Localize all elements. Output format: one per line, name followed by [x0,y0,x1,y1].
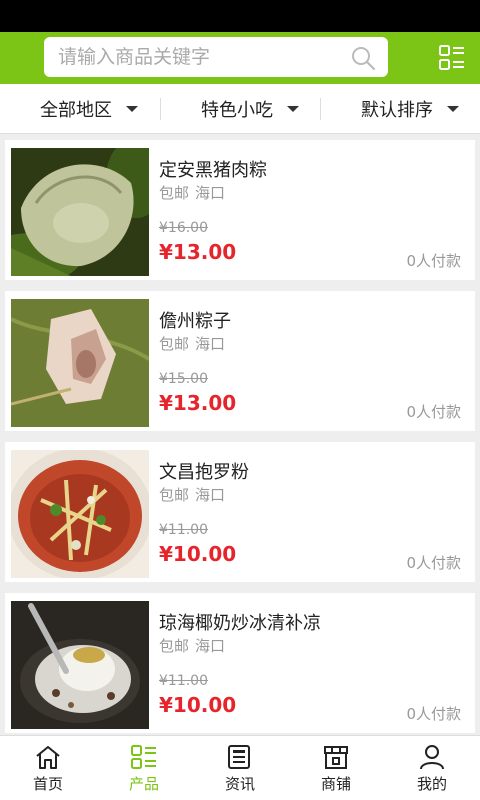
tab-me[interactable]: 我的 [384,736,480,800]
product-name: 文昌抱罗粉 [159,462,249,483]
location-label: 海口 [195,637,226,655]
sort-filter[interactable]: 默认排序 [361,84,459,134]
product-name: 儋州粽子 [159,311,231,332]
shipping-label: 包邮 [159,637,190,655]
products-icon [131,745,156,769]
current-price: ¥10.00 [159,693,237,717]
original-price: ¥11.00 [159,673,208,689]
product-card[interactable]: 文昌抱罗粉 包邮 海口 ¥11.00 ¥10.00 0人付款 [5,442,475,582]
paid-count: 0人付款 [406,252,461,270]
tab-home-label: 首页 [32,775,63,793]
tab-me-label: 我的 [416,775,447,793]
product-image[interactable] [11,148,149,276]
product-image[interactable] [11,299,149,427]
shipping-label: 包邮 [159,184,190,202]
divider [320,98,321,120]
product-meta: 包邮 海口 [159,333,225,354]
original-price: ¥15.00 [159,371,208,387]
app-header [0,32,480,84]
paid-count: 0人付款 [406,705,461,723]
search-box[interactable] [44,37,388,77]
chevron-down-icon [447,106,459,112]
paid-count: 0人付款 [406,403,461,421]
product-meta: 包邮 海口 [159,484,225,505]
product-meta: 包邮 海口 [159,635,225,656]
tab-store[interactable]: 商铺 [288,736,384,800]
search-icon[interactable] [350,45,376,71]
product-card[interactable]: 儋州粽子 包邮 海口 ¥15.00 ¥13.00 0人付款 [5,291,475,431]
tab-products-label: 产品 [128,775,159,793]
product-meta: 包邮 海口 [159,182,225,203]
original-price: ¥16.00 [159,220,208,236]
news-icon [228,745,250,769]
current-price: ¥13.00 [159,391,237,415]
user-icon [420,745,444,770]
chevron-down-icon [126,106,138,112]
original-price: ¥11.00 [159,522,208,538]
bottom-tab-bar: 首页 产品 资讯 商铺 我的 [0,735,480,800]
product-card[interactable]: 琼海椰奶炒冰清补凉 包邮 海口 ¥11.00 ¥10.00 0人付款 [5,593,475,733]
category-filter-label: 特色小吃 [201,100,273,121]
tab-home[interactable]: 首页 [0,736,96,800]
tab-news-label: 资讯 [224,775,255,793]
current-price: ¥13.00 [159,240,237,264]
divider [160,98,161,120]
region-filter[interactable]: 全部地区 [40,84,138,134]
tab-news[interactable]: 资讯 [192,736,288,800]
search-input[interactable] [58,37,328,77]
product-image[interactable] [11,450,149,578]
home-icon [36,746,60,769]
location-label: 海口 [195,335,226,353]
location-label: 海口 [195,184,226,202]
sort-filter-label: 默认排序 [361,100,433,121]
category-filter[interactable]: 特色小吃 [201,84,299,134]
filter-bar: 全部地区 特色小吃 默认排序 [0,84,480,134]
region-filter-label: 全部地区 [40,100,112,121]
product-list: 定安黑猪肉粽 包邮 海口 ¥16.00 ¥13.00 0人付款 儋州粽子 包邮 海口… [0,134,480,735]
tab-products[interactable]: 产品 [96,736,192,800]
product-image[interactable] [11,601,149,729]
shipping-label: 包邮 [159,335,190,353]
tab-store-label: 商铺 [320,775,351,793]
current-price: ¥10.00 [159,542,237,566]
paid-count: 0人付款 [406,554,461,572]
product-name: 定安黑猪肉粽 [159,160,267,181]
shipping-label: 包邮 [159,486,190,504]
category-menu-icon[interactable] [438,44,466,72]
product-card[interactable]: 定安黑猪肉粽 包邮 海口 ¥16.00 ¥13.00 0人付款 [5,140,475,280]
status-bar [0,0,480,32]
store-icon [324,746,348,769]
chevron-down-icon [287,106,299,112]
location-label: 海口 [195,486,226,504]
product-name: 琼海椰奶炒冰清补凉 [159,613,321,634]
